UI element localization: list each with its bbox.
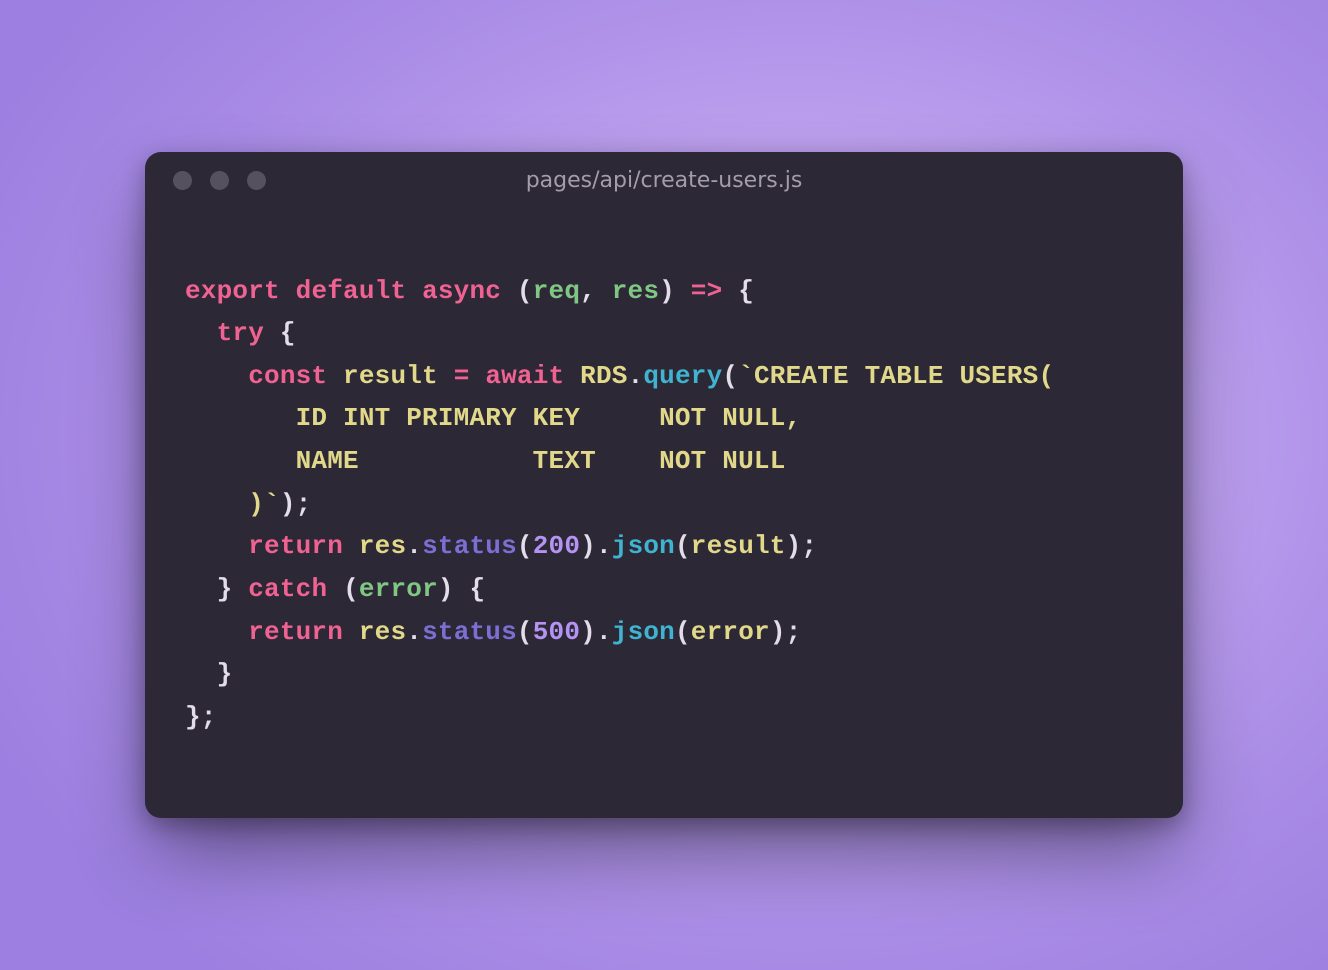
punct: } — [217, 574, 233, 604]
ident-rds: RDS — [580, 361, 627, 391]
kw-return2: return — [248, 617, 343, 647]
punct: . — [628, 361, 644, 391]
param-error: error — [359, 574, 438, 604]
method-query: query — [643, 361, 722, 391]
punct: ( — [722, 361, 738, 391]
maximize-icon[interactable] — [247, 171, 266, 190]
window-title: pages/api/create-users.js — [145, 168, 1183, 193]
kw-async: async — [422, 276, 501, 306]
punct: ); — [786, 531, 818, 561]
punct: ( — [517, 531, 533, 561]
num-200: 200 — [533, 531, 580, 561]
punct: , — [580, 276, 612, 306]
param-req: req — [533, 276, 580, 306]
kw-catch: catch — [248, 574, 327, 604]
punct: ( — [675, 531, 691, 561]
punct: ( — [343, 574, 359, 604]
minimize-icon[interactable] — [210, 171, 229, 190]
punct: ( — [517, 617, 533, 647]
sql-close: )` — [185, 489, 280, 519]
method-status2: status — [422, 617, 517, 647]
method-json2: json — [612, 617, 675, 647]
kw-export: export — [185, 276, 280, 306]
punct: ). — [580, 531, 612, 561]
punct: }; — [185, 702, 217, 732]
sql-open: `CREATE TABLE USERS( — [738, 361, 1054, 391]
close-icon[interactable] — [173, 171, 192, 190]
code-window: pages/api/create-users.js export default… — [145, 152, 1183, 819]
ident-res2: res — [359, 617, 406, 647]
traffic-lights — [173, 171, 266, 190]
method-status: status — [422, 531, 517, 561]
ident-error: error — [691, 617, 770, 647]
method-json: json — [612, 531, 675, 561]
punct: ) { — [438, 574, 485, 604]
punct: ( — [675, 617, 691, 647]
punct: . — [406, 531, 422, 561]
kw-return: return — [248, 531, 343, 561]
num-500: 500 — [533, 617, 580, 647]
ident-result: result — [343, 361, 438, 391]
punct: ); — [280, 489, 312, 519]
window-titlebar: pages/api/create-users.js — [145, 152, 1183, 210]
op-eq: = — [454, 361, 470, 391]
punct: ) — [659, 276, 691, 306]
ident-result2: result — [691, 531, 786, 561]
ident-res: res — [359, 531, 406, 561]
kw-try: try — [217, 318, 264, 348]
punct: . — [406, 617, 422, 647]
code-block: export default async (req, res) => { try… — [145, 210, 1183, 819]
sql-line3: NAME TEXT NOT NULL — [185, 446, 786, 476]
punct: { — [722, 276, 754, 306]
punct: { — [264, 318, 296, 348]
punct: ( — [517, 276, 533, 306]
punct: } — [217, 659, 233, 689]
arrow: => — [691, 276, 723, 306]
kw-default: default — [296, 276, 407, 306]
punct: ). — [580, 617, 612, 647]
punct: ); — [770, 617, 802, 647]
kw-await: await — [485, 361, 564, 391]
param-res: res — [612, 276, 659, 306]
sql-line2: ID INT PRIMARY KEY NOT NULL, — [185, 403, 801, 433]
kw-const: const — [248, 361, 327, 391]
